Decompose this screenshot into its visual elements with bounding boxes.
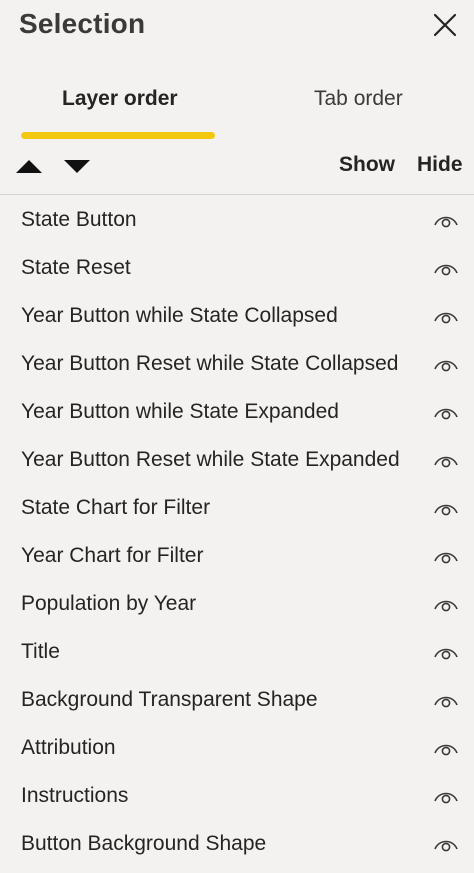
- layer-label: State Chart for Filter: [21, 496, 211, 519]
- layer-label: Background Transparent Shape: [21, 688, 318, 711]
- layer-item[interactable]: Population by Year: [0, 581, 474, 629]
- eye-icon[interactable]: [433, 788, 459, 806]
- triangle-down-icon: [64, 160, 90, 173]
- layer-label: State Button: [21, 208, 137, 231]
- close-button[interactable]: [428, 8, 462, 42]
- layer-item[interactable]: Year Button Reset while State Expanded: [0, 437, 474, 485]
- triangle-up-icon: [16, 160, 42, 173]
- eye-icon[interactable]: [433, 356, 459, 374]
- pane-title: Selection: [19, 8, 146, 39]
- eye-icon[interactable]: [433, 308, 459, 326]
- eye-icon[interactable]: [433, 740, 459, 758]
- selection-pane: Selection Layer order Tab order Show Hid…: [0, 0, 474, 873]
- eye-icon[interactable]: [433, 500, 459, 518]
- move-down-button[interactable]: [63, 154, 91, 178]
- layer-label: State Reset: [21, 256, 131, 279]
- eye-icon[interactable]: [433, 692, 459, 710]
- layer-label: Attribution: [21, 736, 116, 759]
- tab-tab-order[interactable]: Tab order: [290, 78, 440, 142]
- layer-item[interactable]: State Button: [0, 197, 474, 245]
- eye-icon[interactable]: [433, 452, 459, 470]
- eye-icon[interactable]: [433, 596, 459, 614]
- layer-item[interactable]: Button Background Shape: [0, 821, 474, 869]
- tab-label: Layer order: [62, 87, 178, 110]
- eye-icon[interactable]: [433, 260, 459, 278]
- tab-layer-order[interactable]: Layer order: [20, 78, 216, 142]
- layer-item[interactable]: Year Button while State Collapsed: [0, 293, 474, 341]
- layer-item[interactable]: Background Transparent Shape: [0, 677, 474, 725]
- layer-toolbar: Show Hide: [0, 144, 474, 195]
- layer-item[interactable]: Title: [0, 629, 474, 677]
- eye-icon[interactable]: [433, 404, 459, 422]
- close-icon: [433, 13, 457, 37]
- layer-item[interactable]: Year Button Reset while State Collapsed: [0, 341, 474, 389]
- layer-label: Instructions: [21, 784, 129, 807]
- eye-icon[interactable]: [433, 836, 459, 854]
- layer-item[interactable]: State Chart for Filter: [0, 485, 474, 533]
- layer-label: Year Button while State Collapsed: [21, 304, 338, 327]
- layer-item[interactable]: Year Chart for Filter: [0, 533, 474, 581]
- layer-list: State Button State Reset Year Button whi…: [0, 197, 474, 869]
- show-all-button[interactable]: Show: [339, 153, 395, 177]
- active-tab-indicator: [21, 132, 215, 139]
- layer-label: Title: [21, 640, 60, 663]
- layer-label: Year Button Reset while State Expanded: [21, 448, 400, 471]
- tab-bar: Layer order Tab order: [0, 78, 474, 142]
- move-up-button[interactable]: [15, 154, 43, 178]
- layer-label: Population by Year: [21, 592, 197, 615]
- hide-all-button[interactable]: Hide: [417, 153, 463, 177]
- layer-label: Year Chart for Filter: [21, 544, 204, 567]
- layer-label: Button Background Shape: [21, 832, 267, 855]
- eye-icon[interactable]: [433, 548, 459, 566]
- layer-item[interactable]: Instructions: [0, 773, 474, 821]
- eye-icon[interactable]: [433, 644, 459, 662]
- tab-label: Tab order: [314, 87, 403, 110]
- pane-header: Selection: [0, 0, 474, 60]
- layer-item[interactable]: State Reset: [0, 245, 474, 293]
- layer-item[interactable]: Year Button while State Expanded: [0, 389, 474, 437]
- layer-label: Year Button while State Expanded: [21, 400, 339, 423]
- eye-icon[interactable]: [433, 212, 459, 230]
- layer-item[interactable]: Attribution: [0, 725, 474, 773]
- layer-label: Year Button Reset while State Collapsed: [21, 352, 399, 375]
